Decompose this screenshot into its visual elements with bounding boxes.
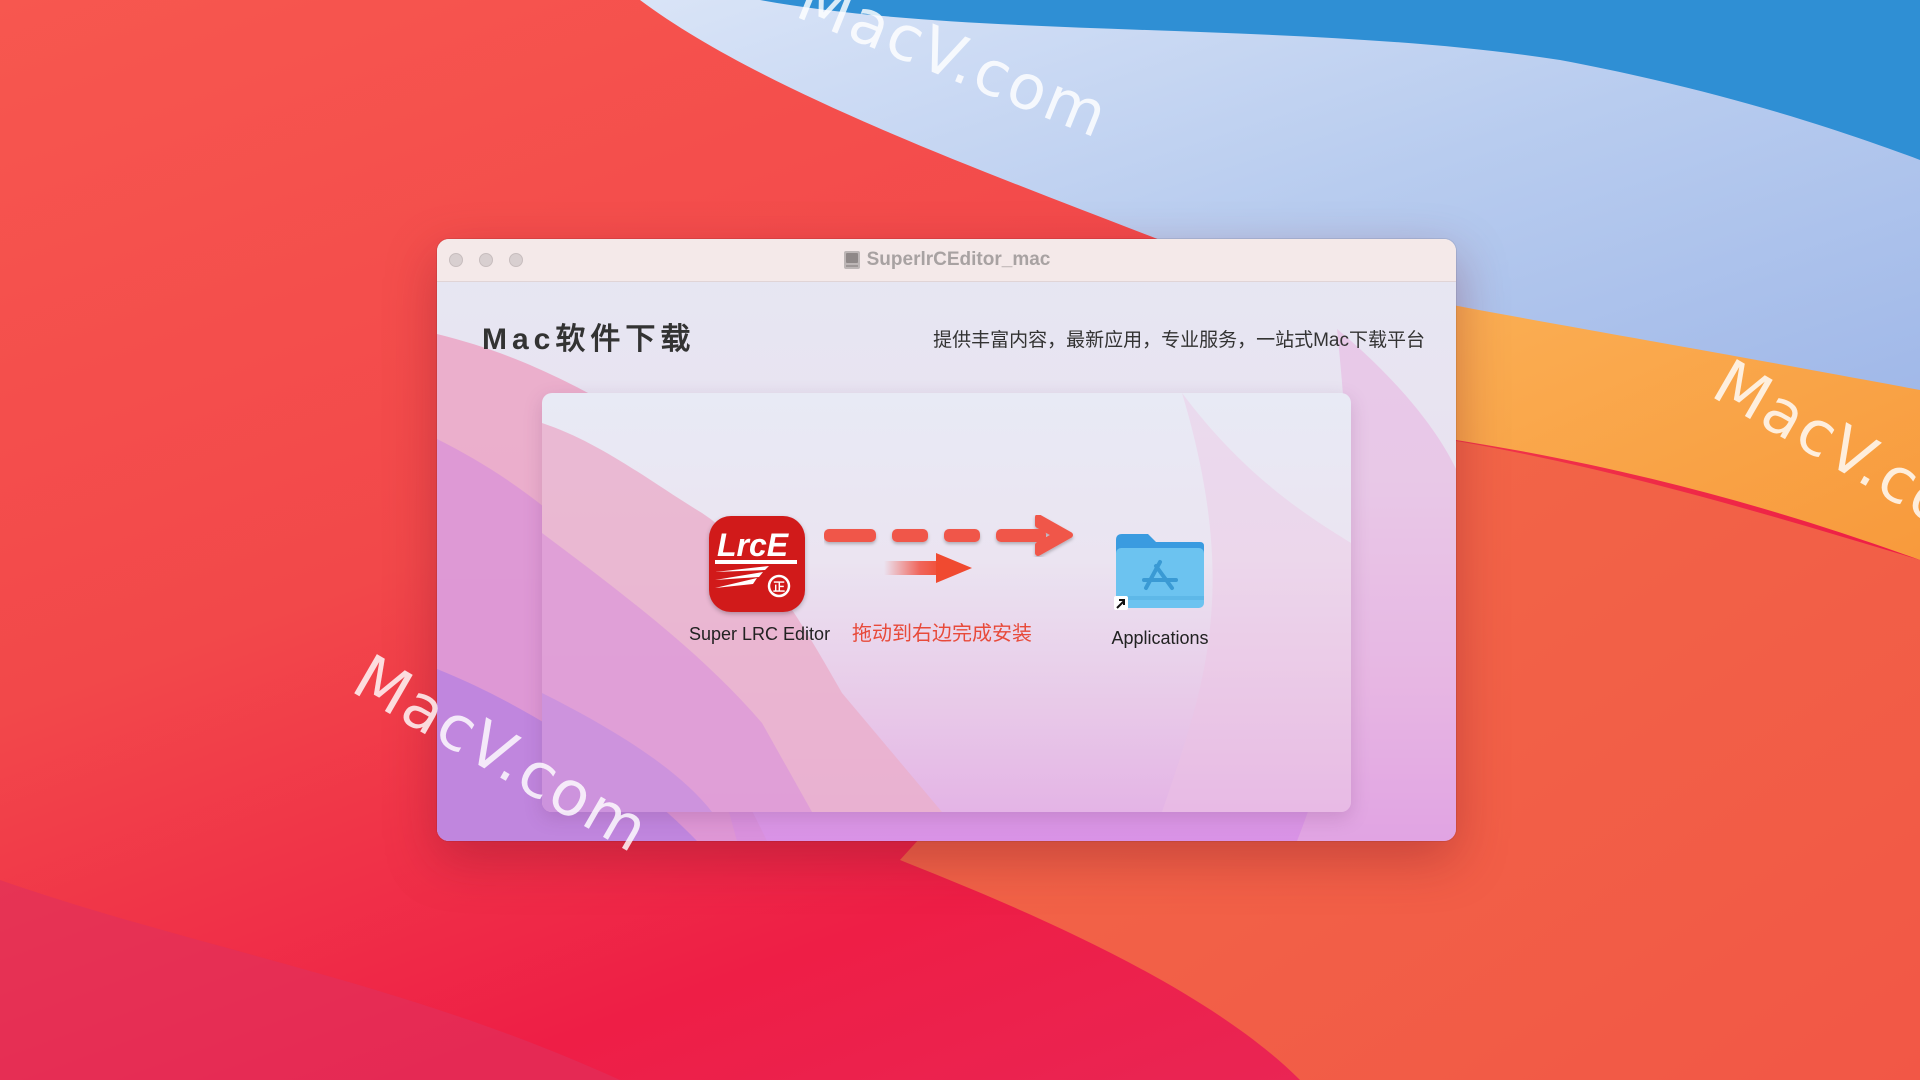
app-icon-badge: 正 (773, 580, 785, 594)
app-name-label: Super LRC Editor (689, 624, 831, 644)
title-bar[interactable]: SuperlrCEditor_mac (437, 239, 1456, 282)
header-title: Mac软件下载 (482, 323, 696, 356)
panel-background (542, 393, 1351, 812)
installer-window: SuperlrCEditor_mac Mac软件下载 提供丰富内容，最新应用，专… (437, 239, 1456, 841)
drag-arrows (824, 515, 1073, 583)
gradient-arrow-icon (884, 553, 972, 583)
drag-install-panel: LrcE 正 Super LRC Editor 拖动到右边完成安装 Applic… (542, 393, 1351, 812)
applications-folder-item[interactable]: Applications (1097, 530, 1223, 649)
window-title: SuperlrCEditor_mac (866, 249, 1051, 270)
app-icon-text: LrcE (717, 527, 790, 563)
alias-arrow-icon (1114, 596, 1128, 610)
disk-image-icon (843, 251, 860, 269)
drag-instruction: 拖动到右边完成安装 (852, 623, 1032, 645)
window-title-group: SuperlrCEditor_mac (437, 239, 1456, 281)
applications-folder-icon[interactable] (1114, 530, 1206, 612)
applications-label: Applications (1111, 628, 1209, 648)
app-item[interactable]: LrcE 正 Super LRC Editor (689, 516, 831, 645)
lrce-app-icon[interactable]: LrcE 正 (709, 516, 805, 612)
header-tagline: 提供丰富内容，最新应用，专业服务，一站式Mac下载平台 (933, 330, 1425, 351)
dashed-arrow-icon (824, 515, 1073, 556)
